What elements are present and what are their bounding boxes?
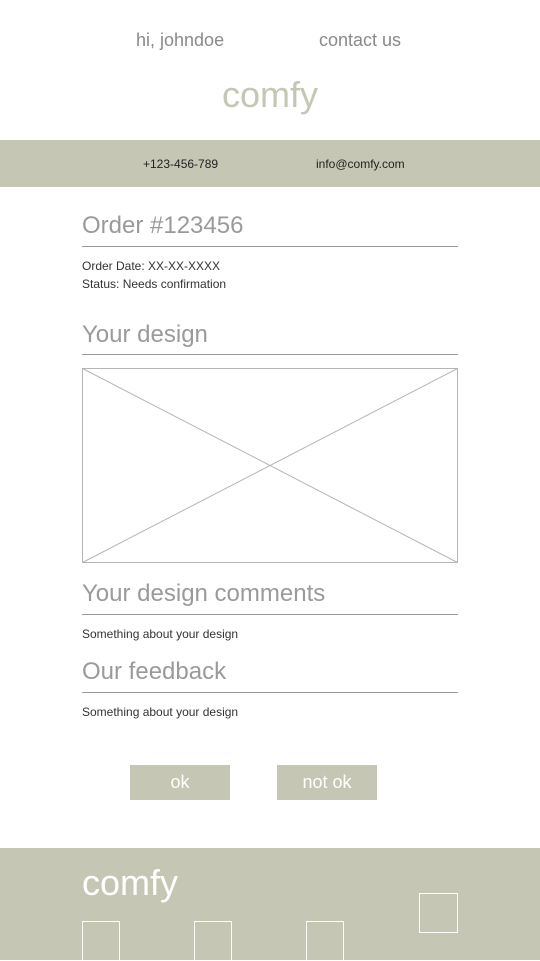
design-section-title: Your design <box>82 321 458 355</box>
feedback-title: Our feedback <box>82 658 458 693</box>
not-ok-button[interactable]: not ok <box>277 765 377 800</box>
order-title: Order #123456 <box>82 212 458 247</box>
order-date: Order Date: XX-XX-XXXX <box>82 259 221 273</box>
footer-brand-logo[interactable]: comfy <box>82 862 178 904</box>
footer-link-placeholder-3[interactable] <box>306 921 344 961</box>
footer <box>0 848 540 960</box>
design-comments-title: Your design comments <box>82 580 458 615</box>
footer-link-placeholder-2[interactable] <box>194 921 232 961</box>
design-comments-text: Something about your design <box>82 627 239 641</box>
brand-logo[interactable]: comfy <box>0 74 540 116</box>
email-address[interactable]: info@comfy.com <box>316 157 405 171</box>
design-image-placeholder <box>82 368 458 563</box>
contact-info-bar <box>0 140 540 187</box>
order-status: Status: Needs confirmation <box>82 277 227 291</box>
feedback-text: Something about your design <box>82 705 239 719</box>
ok-button[interactable]: ok <box>130 765 230 800</box>
phone-number[interactable]: +123-456-789 <box>143 157 218 171</box>
footer-link-placeholder-1[interactable] <box>82 921 120 961</box>
greeting-text: hi, johndoe <box>136 30 225 50</box>
contact-us-link[interactable]: contact us <box>319 30 401 50</box>
footer-social-placeholder[interactable] <box>419 893 458 933</box>
